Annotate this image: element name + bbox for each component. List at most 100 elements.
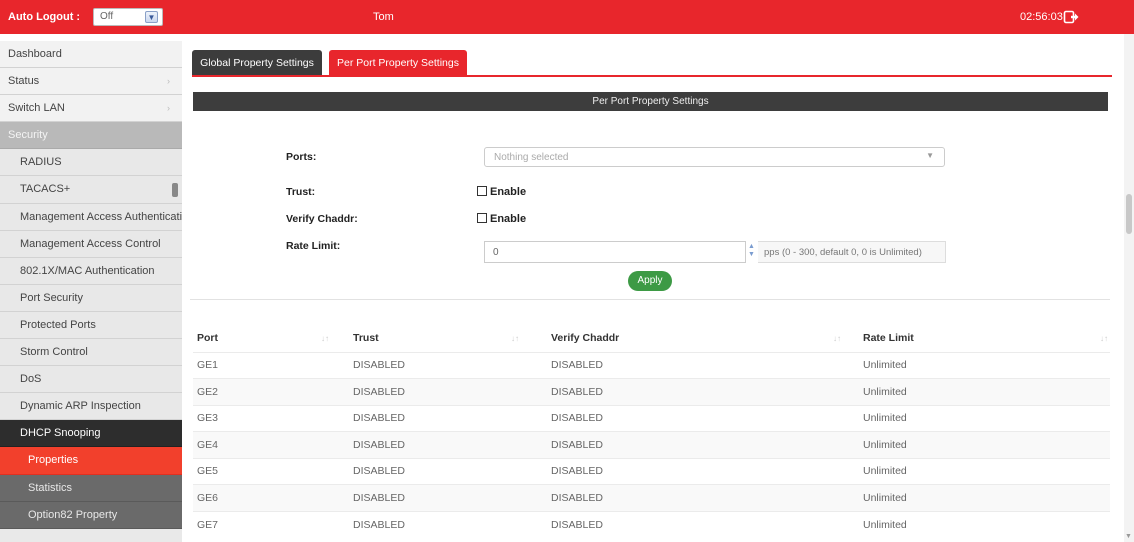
table-row[interactable]: GE6 DISABLED DISABLED Unlimited	[193, 484, 1110, 511]
sidebar-item-status[interactable]: Status ›	[0, 68, 182, 96]
tab-underline	[192, 75, 1112, 77]
logout-icon[interactable]	[1063, 9, 1079, 25]
scrollbar-thumb[interactable]	[1126, 194, 1132, 234]
rate-limit-value: 0	[493, 247, 499, 258]
cell-trust: DISABLED	[353, 510, 551, 538]
auto-logout-select[interactable]: Off ▼	[93, 8, 163, 26]
cell-verify-chaddr: DISABLED	[551, 431, 859, 458]
cell-port: GE5	[193, 457, 353, 485]
cell-rate-limit: Unlimited	[859, 404, 1110, 432]
cell-rate-limit: Unlimited	[859, 484, 1110, 511]
cell-rate-limit: Unlimited	[859, 378, 1110, 405]
table-row[interactable]: GE3 DISABLED DISABLED Unlimited	[193, 404, 1110, 432]
sidebar-item-label: Management Access Control	[20, 237, 161, 250]
cell-verify-chaddr: DISABLED	[551, 457, 859, 485]
sidebar-item-label: Management Access Authentication	[20, 210, 182, 223]
sidebar-item-security[interactable]: Security	[0, 122, 182, 150]
sort-icon[interactable]: ↓↑	[1100, 334, 1108, 343]
clock: 02:56:03	[1020, 11, 1063, 23]
chevron-down-icon: ▼	[145, 11, 158, 23]
section-title: Per Port Property Settings	[193, 92, 1108, 111]
top-bar: Auto Logout : Off ▼ Tom 02:56:03	[0, 0, 1134, 34]
spinner-up-icon[interactable]: ▲	[748, 243, 755, 250]
sidebar-item-properties[interactable]: Properties	[0, 447, 182, 475]
checkbox-icon	[477, 213, 487, 223]
sidebar-item-dashboard[interactable]: Dashboard	[0, 41, 182, 69]
column-header-port[interactable]: Port ↓↑	[193, 325, 353, 352]
cell-port: GE7	[193, 510, 353, 538]
sidebar-item-tacacs[interactable]: TACACS+	[0, 176, 182, 204]
verify-chaddr-enable-label: Enable	[490, 213, 527, 225]
cell-verify-chaddr: DISABLED	[551, 484, 859, 511]
cell-rate-limit: Unlimited	[859, 457, 1110, 485]
sidebar-item-dos[interactable]: DoS	[0, 366, 182, 394]
sidebar-item-management-access-authentication[interactable]: Management Access Authentication	[0, 203, 182, 231]
tab-global-property-settings[interactable]: Global Property Settings	[192, 50, 322, 76]
sidebar-item-label: Security	[8, 129, 48, 142]
sidebar-scrollbar[interactable]	[172, 183, 178, 197]
cell-rate-limit: Unlimited	[859, 431, 1110, 458]
table-row[interactable]: GE2 DISABLED DISABLED Unlimited	[193, 378, 1110, 405]
auto-logout-label: Auto Logout :	[8, 11, 81, 23]
main-scrollbar[interactable]: ▼	[1124, 34, 1134, 542]
chevron-right-icon: ›	[167, 103, 170, 114]
cell-rate-limit: Unlimited	[859, 510, 1110, 538]
sidebar-item-label: Storm Control	[20, 346, 88, 359]
table-row[interactable]: GE7 DISABLED DISABLED Unlimited	[193, 510, 1110, 538]
sidebar-item-statistics[interactable]: Statistics	[0, 474, 182, 502]
cell-trust: DISABLED	[353, 378, 551, 405]
rate-limit-spinner[interactable]: ▲ ▼	[747, 243, 756, 261]
sidebar-item-dynamic-arp-inspection[interactable]: Dynamic ARP Inspection	[0, 393, 182, 421]
ports-select[interactable]: Nothing selected ▼	[484, 147, 945, 167]
tab-per-port-property-settings[interactable]: Per Port Property Settings	[329, 50, 467, 76]
cell-port: GE4	[193, 431, 353, 458]
rate-limit-input[interactable]: 0	[484, 241, 746, 263]
sidebar-item-label: Option82 Property	[28, 508, 118, 521]
sidebar-item-label: Properties	[28, 454, 79, 467]
trust-enable-checkbox[interactable]: Enable	[477, 186, 526, 200]
sidebar-item-radius[interactable]: RADIUS	[0, 149, 182, 177]
sidebar-item-option82-property[interactable]: Option82 Property	[0, 501, 182, 529]
table-header-row: Port ↓↑ Trust ↓↑ Verify Chaddr ↓↑ Rate Limi…	[193, 325, 1110, 352]
table-row[interactable]: GE5 DISABLED DISABLED Unlimited	[193, 457, 1110, 485]
column-header-trust[interactable]: Trust ↓↑	[353, 325, 551, 352]
sidebar-item-label: Port Security	[20, 291, 83, 304]
sidebar-item-protected-ports[interactable]: Protected Ports	[0, 311, 182, 340]
sidebar-item-port-security[interactable]: Port Security	[0, 284, 182, 312]
cell-port: GE3	[193, 404, 353, 432]
sidebar-item-label: Dashboard	[8, 48, 62, 60]
column-header-verify-chaddr[interactable]: Verify Chaddr ↓↑	[551, 325, 859, 352]
cell-port: GE2	[193, 378, 353, 405]
trust-enable-label: Enable	[490, 186, 527, 198]
ports-label: Ports:	[286, 151, 317, 163]
scroll-down-icon[interactable]: ▼	[1125, 533, 1132, 540]
cell-verify-chaddr: DISABLED	[551, 404, 859, 432]
sidebar-item-label: Switch LAN	[8, 102, 65, 115]
sidebar-item-label: TACACS+	[20, 183, 71, 196]
sort-icon[interactable]: ↓↑	[511, 334, 519, 343]
sidebar-item-storm-control[interactable]: Storm Control	[0, 339, 182, 367]
divider	[190, 299, 1110, 300]
table-row[interactable]: GE1 DISABLED DISABLED Unlimited	[193, 351, 1110, 379]
sidebar-item-label: Dynamic ARP Inspection	[20, 400, 141, 413]
sidebar: Dashboard Status › Switch LAN › Security R…	[0, 41, 182, 542]
verify-chaddr-enable-checkbox[interactable]: Enable	[477, 213, 526, 227]
sort-icon[interactable]: ↓↑	[833, 334, 841, 343]
apply-button[interactable]: Apply	[628, 271, 672, 291]
cell-trust: DISABLED	[353, 431, 551, 458]
cell-port: GE6	[193, 484, 353, 511]
sidebar-item-label: RADIUS	[20, 156, 62, 169]
sidebar-item-dhcp-snooping[interactable]: DHCP Snooping	[0, 420, 182, 448]
spinner-down-icon[interactable]: ▼	[748, 251, 755, 258]
sort-icon[interactable]: ↓↑	[321, 334, 329, 343]
sidebar-item-switch-lan[interactable]: Switch LAN ›	[0, 95, 182, 123]
sidebar-item-8021x-mac-authentication[interactable]: 802.1X/MAC Authentication	[0, 257, 182, 285]
rate-limit-hint: pps (0 - 300, default 0, 0 is Unlimited)	[758, 241, 946, 263]
chevron-right-icon: ›	[167, 76, 170, 87]
table-row[interactable]: GE4 DISABLED DISABLED Unlimited	[193, 431, 1110, 458]
sidebar-item-management-access-control[interactable]: Management Access Control	[0, 230, 182, 258]
chevron-down-icon: ▼	[926, 151, 934, 160]
column-header-rate-limit[interactable]: Rate Limit ↓↑	[859, 325, 1110, 352]
cell-trust: DISABLED	[353, 404, 551, 432]
cell-port: GE1	[193, 351, 353, 379]
